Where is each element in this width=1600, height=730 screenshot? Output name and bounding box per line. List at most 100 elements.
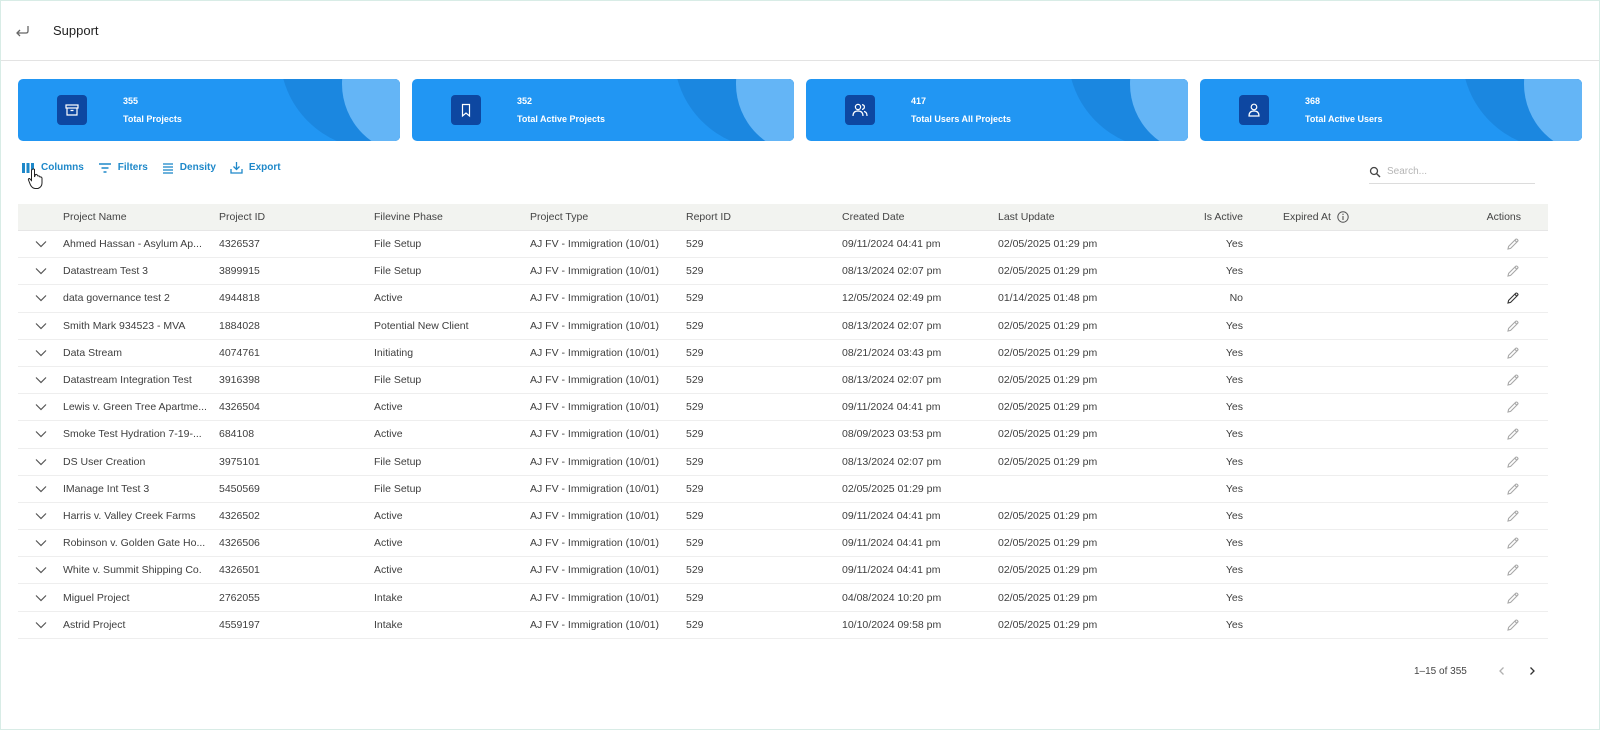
edit-button[interactable] <box>1506 618 1520 632</box>
cell-filevine-phase: File Setup <box>374 265 422 278</box>
chevron-down-icon <box>35 241 46 248</box>
column-header-project-type[interactable]: Project Type <box>530 211 686 223</box>
expand-row-button[interactable] <box>18 512 63 520</box>
cell-actions <box>1389 319 1548 333</box>
edit-button[interactable] <box>1506 563 1520 577</box>
column-header-report-id[interactable]: Report ID <box>686 211 842 223</box>
stat-label: Total Users All Projects <box>911 114 1012 124</box>
expand-row-button[interactable] <box>18 458 63 466</box>
edit-button[interactable] <box>1506 373 1520 387</box>
cell-last-update: 02/05/2025 01:29 pm <box>998 618 1098 631</box>
column-header-project-id[interactable]: Project ID <box>219 211 374 223</box>
cell-created-date: 10/10/2024 09:58 pm <box>842 618 942 631</box>
column-header-created-date[interactable]: Created Date <box>842 211 998 223</box>
cell-last-update: 02/05/2025 01:29 pm <box>998 346 1098 359</box>
expand-row-button[interactable] <box>18 485 63 493</box>
edit-button[interactable] <box>1506 291 1520 305</box>
expand-row-button[interactable] <box>18 322 63 330</box>
filters-button[interactable]: Filters <box>98 162 148 174</box>
table-row[interactable]: White v. Summit Shipping Co. 4326501 Activ… <box>18 557 1548 585</box>
table-row[interactable]: Data Stream 4074761 Initiating AJ FV - Immi… <box>18 340 1548 367</box>
cell-actions <box>1389 591 1548 605</box>
table-row[interactable]: Datastream Test 3 3899915 File Setup AJ FV … <box>18 258 1548 286</box>
grid-toolbar: Columns Filters Density Export <box>21 161 281 174</box>
edit-button[interactable] <box>1506 591 1520 605</box>
search-icon <box>1369 166 1381 177</box>
expand-row-button[interactable] <box>18 240 63 248</box>
edit-button[interactable] <box>1506 455 1520 469</box>
download-icon <box>230 162 243 174</box>
chevron-down-icon <box>35 404 46 411</box>
table-row[interactable]: Lewis v. Green Tree Apartme... 4326504 Act… <box>18 394 1548 422</box>
expand-row-button[interactable] <box>18 430 63 438</box>
cell-project-id: 4326501 <box>219 564 260 577</box>
projects-table: Project Name Project ID Filevine Phase P… <box>18 204 1548 639</box>
column-header-filevine-phase[interactable]: Filevine Phase <box>374 211 530 223</box>
cell-last-update: 02/05/2025 01:29 pm <box>998 319 1098 332</box>
table-row[interactable]: IManage Int Test 3 5450569 File Setup AJ FV… <box>18 476 1548 503</box>
cell-created-date: 08/13/2024 02:07 pm <box>842 455 942 468</box>
table-row[interactable]: Harris v. Valley Creek Farms 4326502 Activ… <box>18 503 1548 531</box>
expand-row-button[interactable] <box>18 594 63 602</box>
table-row[interactable]: Smith Mark 934523 - MVA 1884028 Potential … <box>18 313 1548 340</box>
edit-button[interactable] <box>1506 509 1520 523</box>
table-row[interactable]: Ahmed Hassan - Asylum Ap... 4326537 File S… <box>18 231 1548 259</box>
column-header-expired-at[interactable]: Expired At <box>1259 211 1389 223</box>
cell-last-update: 02/05/2025 01:29 pm <box>998 374 1098 387</box>
cell-project-id: 684108 <box>219 428 255 441</box>
table-row[interactable]: Datastream Integration Test 3916398 File S… <box>18 367 1548 395</box>
pagination: 1–15 of 355 <box>1414 662 1541 680</box>
cell-is-active: Yes <box>1225 564 1243 577</box>
search-box <box>1369 160 1535 184</box>
expand-row-button[interactable] <box>18 539 63 547</box>
export-button[interactable]: Export <box>230 161 281 174</box>
table-row[interactable]: data governance test 2 4944818 Active AJ FV… <box>18 285 1548 313</box>
back-button[interactable] <box>13 22 31 40</box>
cell-project-type: AJ FV - Immigration (10/01) <box>530 265 659 278</box>
expand-row-button[interactable] <box>18 267 63 275</box>
column-header-last-update[interactable]: Last Update <box>998 211 1154 223</box>
chevron-down-icon <box>35 295 46 302</box>
column-header-is-active[interactable]: Is Active <box>1154 211 1259 223</box>
cell-actions <box>1389 400 1548 414</box>
edit-button[interactable] <box>1506 536 1520 550</box>
cell-created-date: 02/05/2025 01:29 pm <box>842 482 942 495</box>
table-row[interactable]: Robinson v. Golden Gate Ho... 4326506 Acti… <box>18 530 1548 558</box>
edit-button[interactable] <box>1506 346 1520 360</box>
expand-row-button[interactable] <box>18 294 63 302</box>
previous-page-button[interactable] <box>1493 662 1511 680</box>
edit-button[interactable] <box>1506 237 1520 251</box>
expand-row-button[interactable] <box>18 403 63 411</box>
edit-button[interactable] <box>1506 482 1520 496</box>
table-row[interactable]: Smoke Test Hydration 7-19-... 684108 Activ… <box>18 421 1548 449</box>
column-header-project-name[interactable]: Project Name <box>63 211 219 223</box>
cell-created-date: 08/13/2024 02:07 pm <box>842 265 942 278</box>
cell-project-type: AJ FV - Immigration (10/01) <box>530 401 659 414</box>
edit-button[interactable] <box>1506 427 1520 441</box>
expand-row-button[interactable] <box>18 621 63 629</box>
stat-label: Total Active Projects <box>517 114 606 124</box>
cell-actions <box>1389 536 1548 550</box>
pencil-icon <box>1507 401 1519 413</box>
table-row[interactable]: Miguel Project 2762055 Intake AJ FV - Immig… <box>18 584 1548 612</box>
density-button[interactable]: Density <box>162 162 216 174</box>
expand-row-button[interactable] <box>18 349 63 357</box>
table-row[interactable]: Astrid Project 4559197 Intake AJ FV - Immig… <box>18 612 1548 639</box>
cell-actions <box>1389 346 1548 360</box>
pencil-icon <box>1507 619 1519 631</box>
cell-project-type: AJ FV - Immigration (10/01) <box>530 428 659 441</box>
table-row[interactable]: DS User Creation 3975101 File Setup AJ FV -… <box>18 449 1548 476</box>
next-page-button[interactable] <box>1523 662 1541 680</box>
edit-button[interactable] <box>1506 319 1520 333</box>
expand-row-button[interactable] <box>18 376 63 384</box>
cell-report-id: 529 <box>686 292 704 305</box>
edit-button[interactable] <box>1506 264 1520 278</box>
search-input[interactable] <box>1387 166 1527 177</box>
expand-row-button[interactable] <box>18 566 63 574</box>
edit-button[interactable] <box>1506 400 1520 414</box>
cell-report-id: 529 <box>686 374 704 387</box>
pencil-icon <box>1507 428 1519 441</box>
cell-report-id: 529 <box>686 482 704 495</box>
cell-project-type: AJ FV - Immigration (10/01) <box>530 564 659 577</box>
chevron-left-icon <box>1498 667 1504 675</box>
